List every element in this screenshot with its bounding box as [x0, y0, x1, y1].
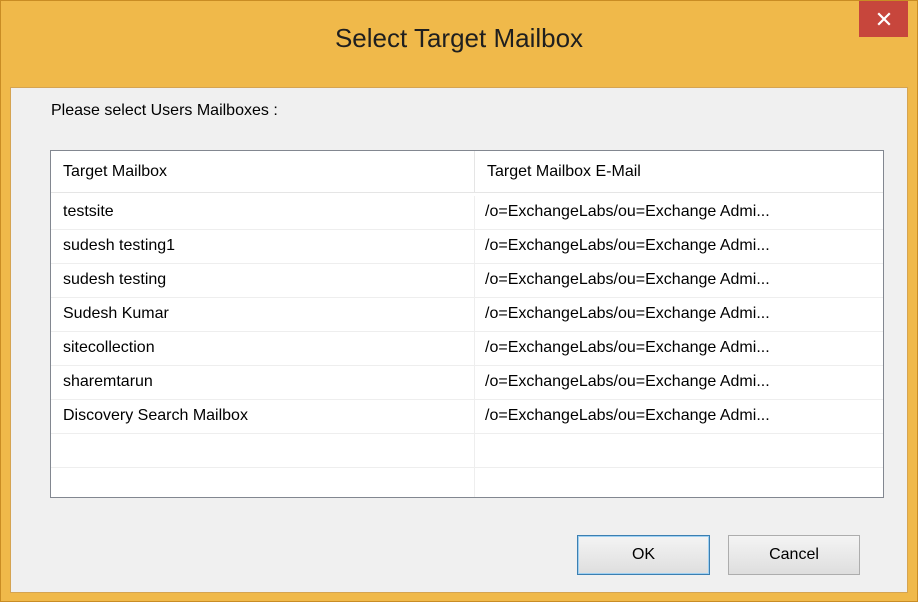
mailbox-name-cell: Discovery Search Mailbox [51, 400, 475, 434]
table-row[interactable]: Sudesh Kumar/o=ExchangeLabs/ou=Exchange … [51, 298, 883, 332]
table-row[interactable]: sudesh testing1/o=ExchangeLabs/ou=Exchan… [51, 230, 883, 264]
mailbox-name-cell: sudesh testing1 [51, 230, 475, 264]
close-button[interactable] [859, 1, 908, 37]
close-icon [876, 12, 891, 26]
table-row[interactable]: Discovery Search Mailbox/o=ExchangeLabs/… [51, 400, 883, 434]
mailbox-email-cell: /o=ExchangeLabs/ou=Exchange Admi... [475, 400, 883, 434]
dialog-body: Please select Users Mailboxes : Target M… [10, 87, 908, 593]
mailbox-email-cell: /o=ExchangeLabs/ou=Exchange Admi... [475, 366, 883, 400]
mailbox-email-cell: /o=ExchangeLabs/ou=Exchange Admi... [475, 298, 883, 332]
mailbox-name-cell: sharemtarun [51, 366, 475, 400]
dialog-title: Select Target Mailbox [334, 23, 584, 53]
ok-button[interactable]: OK [577, 535, 710, 575]
list-header: Target Mailbox Target Mailbox E-Mail [51, 151, 883, 195]
empty-cell [51, 468, 475, 497]
mailbox-list[interactable]: Target Mailbox Target Mailbox E-Mail tes… [50, 150, 884, 498]
title-bar[interactable]: Select Target Mailbox [1, 1, 917, 87]
table-row[interactable]: testsite/o=ExchangeLabs/ou=Exchange Admi… [51, 196, 883, 230]
mailbox-email-cell: /o=ExchangeLabs/ou=Exchange Admi... [475, 196, 883, 230]
empty-cell [475, 434, 883, 468]
list-rows: testsite/o=ExchangeLabs/ou=Exchange Admi… [51, 196, 883, 497]
mailbox-name-cell: sitecollection [51, 332, 475, 366]
table-row[interactable]: sharemtarun/o=ExchangeLabs/ou=Exchange A… [51, 366, 883, 400]
mailbox-name-cell: sudesh testing [51, 264, 475, 298]
column-header-target-mailbox-email[interactable]: Target Mailbox E-Mail [475, 151, 883, 193]
table-row[interactable]: sudesh testing/o=ExchangeLabs/ou=Exchang… [51, 264, 883, 298]
prompt-label: Please select Users Mailboxes : [51, 102, 278, 119]
mailbox-name-cell: Sudesh Kumar [51, 298, 475, 332]
empty-cell [475, 468, 883, 497]
table-row[interactable]: sitecollection/o=ExchangeLabs/ou=Exchang… [51, 332, 883, 366]
cancel-button[interactable]: Cancel [728, 535, 860, 575]
mailbox-email-cell: /o=ExchangeLabs/ou=Exchange Admi... [475, 230, 883, 264]
mailbox-name-cell: testsite [51, 196, 475, 230]
empty-cell [51, 434, 475, 468]
mailbox-email-cell: /o=ExchangeLabs/ou=Exchange Admi... [475, 332, 883, 366]
mailbox-email-cell: /o=ExchangeLabs/ou=Exchange Admi... [475, 264, 883, 298]
empty-table-row [51, 468, 883, 497]
empty-table-row [51, 434, 883, 468]
column-header-target-mailbox[interactable]: Target Mailbox [51, 151, 475, 193]
dialog-window: Select Target Mailbox Please select User… [0, 0, 918, 602]
